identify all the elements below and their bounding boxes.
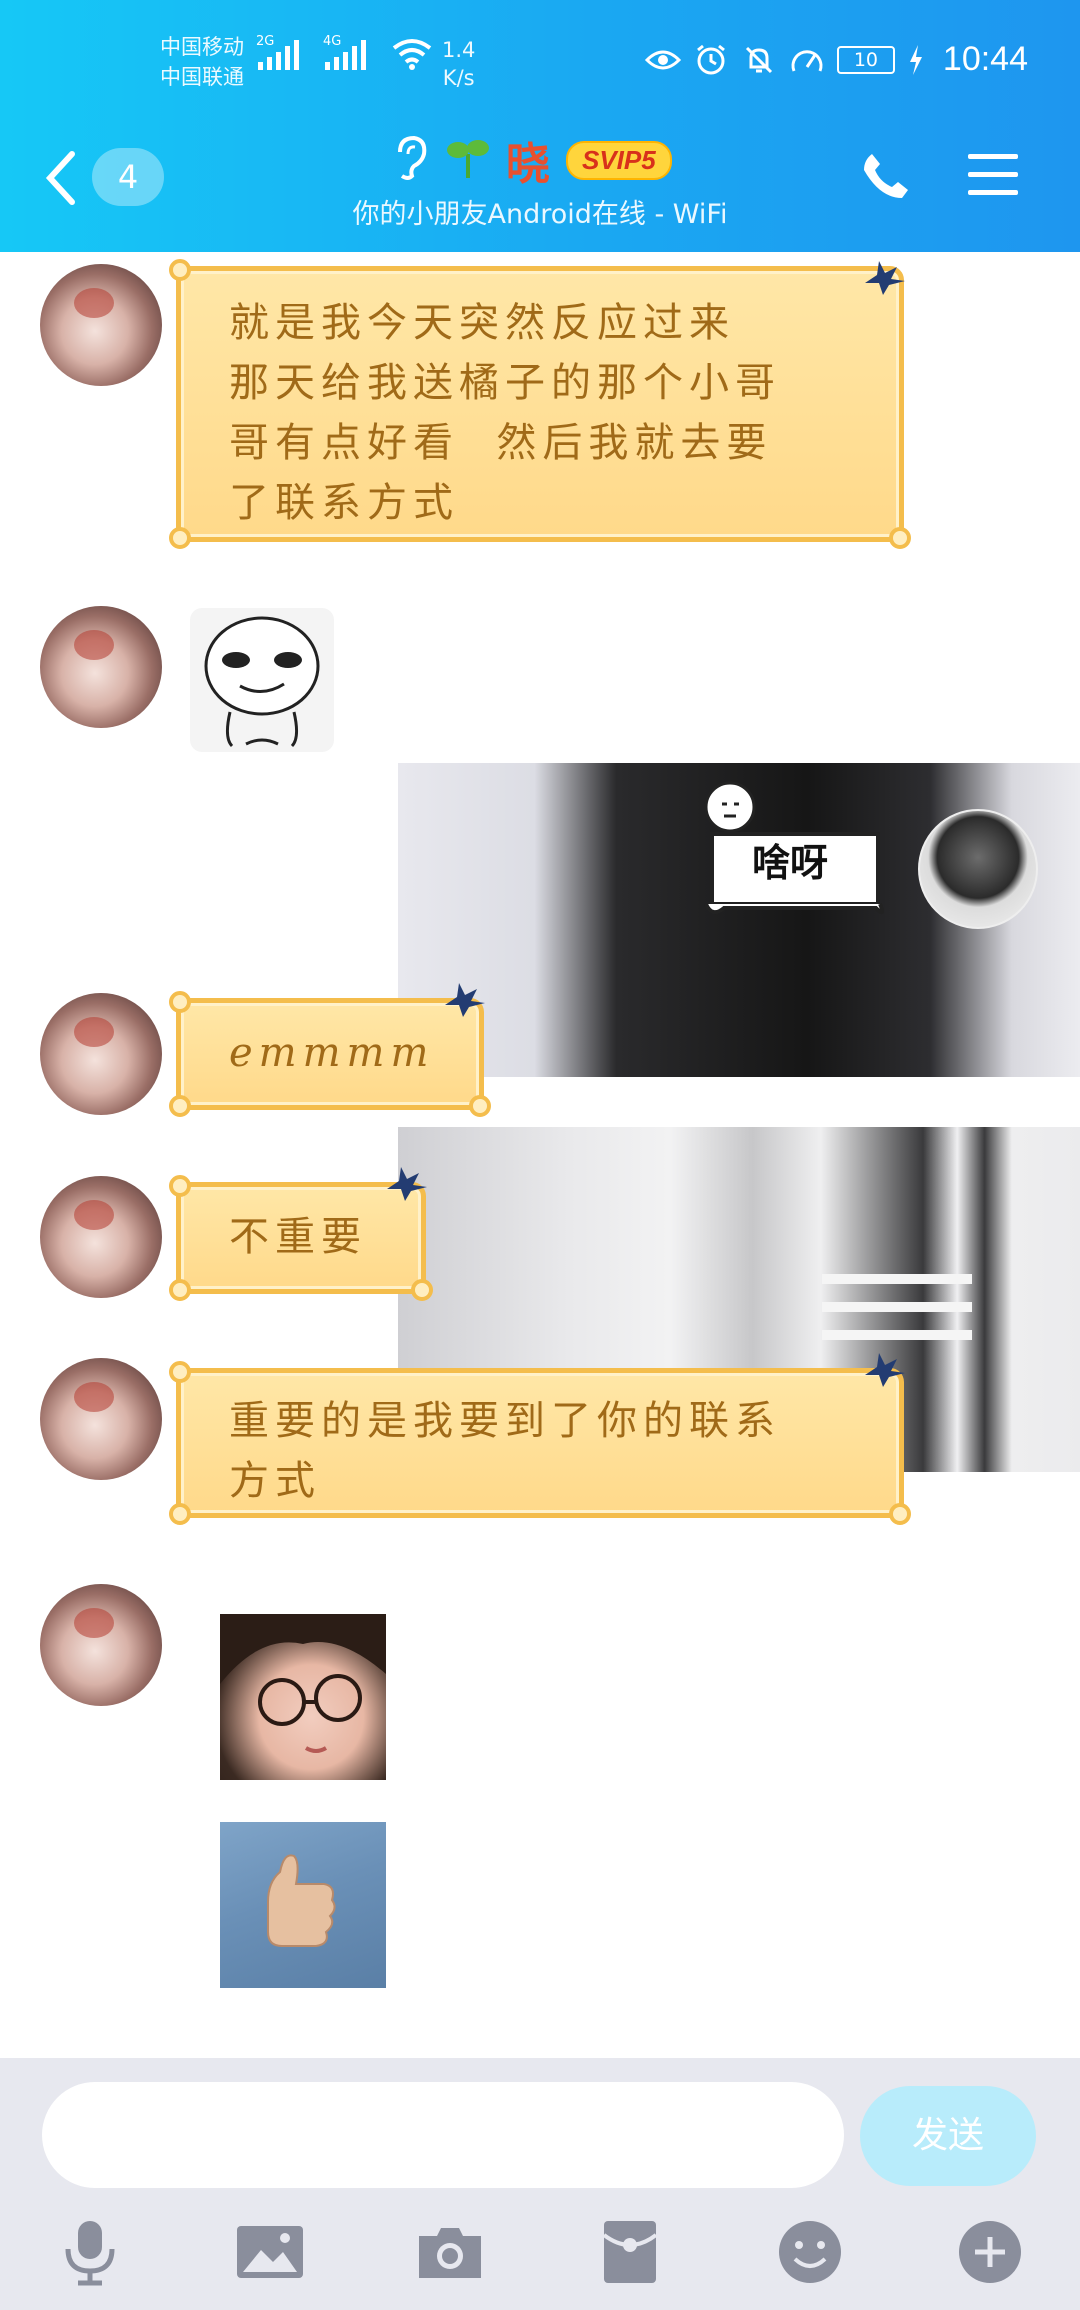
composer: 发送 [0, 2058, 1080, 2310]
smiling-face-sticker[interactable] [190, 608, 334, 752]
sock-stripe [822, 1330, 972, 1340]
red-packet-icon[interactable] [592, 2214, 668, 2290]
message-text: emmmm [229, 1030, 435, 1076]
eye-icon [644, 42, 681, 78]
svip-badge: SVIP5 [566, 140, 672, 180]
speed-unit: K/s [442, 66, 475, 90]
friend-avatar[interactable] [40, 606, 162, 728]
wifi-icon [392, 38, 432, 70]
message-bubble[interactable]: 不重要 [169, 1167, 433, 1301]
bubble-corner [169, 1095, 191, 1117]
call-button[interactable] [860, 150, 912, 202]
send-button[interactable]: 发送 [860, 2086, 1036, 2186]
message-text: 重要的是我要到了你的联系 方式 [229, 1398, 781, 1504]
message-input[interactable] [42, 2082, 844, 2188]
ear-icon [390, 134, 430, 186]
menu-button[interactable] [966, 150, 1020, 200]
signal-icon: 4G [323, 34, 366, 70]
network-speed: 1.4 K/s [442, 36, 475, 92]
friend-avatar[interactable] [40, 993, 162, 1115]
plus-icon[interactable] [952, 2214, 1028, 2290]
picture-icon[interactable] [232, 2214, 308, 2290]
message-bubble[interactable]: 重要的是我要到了你的联系 方式 [169, 1353, 911, 1525]
signal-indicators: 2G 4G [256, 34, 432, 70]
friend-avatar[interactable] [40, 1584, 162, 1706]
signal-icon: 2G [256, 34, 299, 70]
phone-icon [864, 154, 908, 198]
status-icons: 10 10:44 [644, 40, 1028, 79]
sock-stripe [822, 1274, 972, 1284]
bubble-corner [169, 1361, 191, 1383]
signal-1-type: 2G [256, 34, 275, 49]
sticker-caption: 啥呀 [752, 840, 829, 885]
hamburger-menu-icon [968, 154, 1018, 195]
maple-leaf-icon [387, 1167, 427, 1201]
bubble-corner [411, 1279, 433, 1301]
maple-leaf-icon [865, 1353, 905, 1387]
my-avatar[interactable] [918, 809, 1038, 929]
thumbs-up-image[interactable] [220, 1822, 386, 1988]
online-status: 你的小朋友Android在线 - WiFi [352, 199, 728, 230]
bubble-corner [889, 1503, 911, 1525]
camera-icon[interactable] [412, 2214, 488, 2290]
carrier-info: 中国移动 中国联通 [160, 32, 244, 92]
mute-bell-icon [741, 42, 777, 78]
bubble-corner [169, 1175, 191, 1197]
speedometer-icon [789, 42, 825, 78]
signal-2-type: 4G [323, 34, 342, 49]
composer-toolbar [0, 2208, 1080, 2308]
girl-with-glasses-image[interactable] [220, 1614, 386, 1780]
clock: 10:44 [942, 40, 1028, 78]
message-text: 就是我今天突然反应过来 那天给我送橘子的那个小哥 哥有点好看 然后我就去要 了联… [229, 300, 781, 526]
sock-stripe [822, 1302, 972, 1312]
sprout-icon [446, 136, 490, 184]
contact-title[interactable]: 晓 SVIP5 [390, 130, 672, 190]
battery-indicator: 10 [836, 45, 895, 74]
message-bubble[interactable]: 就是我今天突然反应过来 那天给我送橘子的那个小哥 哥有点好看 然后我就去要 了联… [169, 259, 911, 549]
chat-header: 中国移动 中国联通 2G 4G 1.4 K/s 10 10:44 4 晓 SVI… [0, 0, 1080, 252]
friend-avatar[interactable] [40, 1176, 162, 1298]
bubble-corner [169, 1503, 191, 1525]
bubble-corner [169, 259, 191, 281]
emoji-icon[interactable] [772, 2214, 848, 2290]
carrier-2: 中国联通 [160, 65, 244, 89]
bubble-corner [469, 1095, 491, 1117]
message-bubble[interactable]: emmmm [169, 983, 491, 1117]
bubble-corner [169, 1279, 191, 1301]
friend-avatar[interactable] [40, 1358, 162, 1480]
friend-avatar[interactable] [40, 264, 162, 386]
microphone-icon[interactable] [52, 2214, 128, 2290]
charging-icon [907, 42, 925, 78]
message-list[interactable]: 啥呀 就是我今天突然反应过来 那天给我送橘子的那个小哥 哥有点好看 然后我就去要… [0, 252, 1080, 2058]
carrier-1: 中国移动 [160, 35, 244, 59]
maple-leaf-icon [445, 983, 485, 1017]
alarm-icon [693, 42, 729, 78]
speed-value: 1.4 [442, 38, 476, 62]
contact-name: 晓 [506, 139, 550, 190]
bubble-corner [169, 527, 191, 549]
bubble-corner [889, 527, 911, 549]
bubble-corner [169, 991, 191, 1013]
maple-leaf-icon [865, 261, 905, 295]
